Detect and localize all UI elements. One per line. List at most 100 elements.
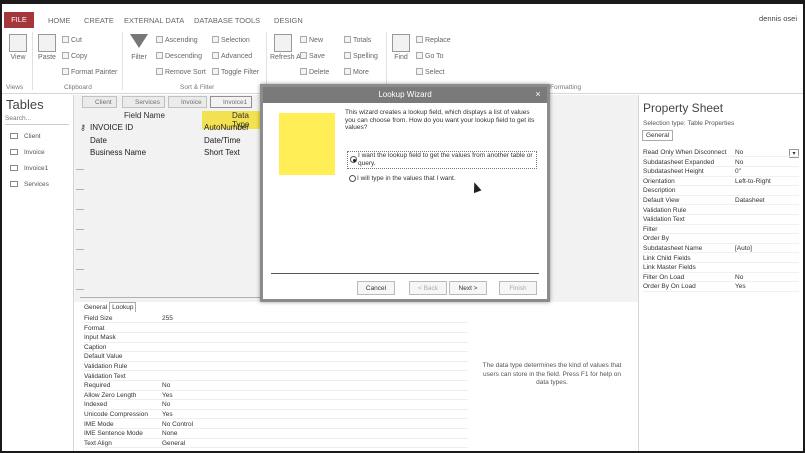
radio-empty-icon[interactable] [349,175,356,182]
property-sheet-row[interactable]: Description [643,186,799,196]
property-sheet-row[interactable]: Subdatasheet Height 0" [643,167,799,177]
filter-button[interactable]: Filter [126,34,152,61]
property-value[interactable]: 0" [735,167,741,176]
go-to-icon [416,52,423,59]
field-property-row[interactable]: Validation Rule [84,362,468,372]
field-property-row[interactable]: Format [84,324,468,333]
property-value[interactable]: No [735,158,743,167]
nav-item-client[interactable]: Client [10,133,41,140]
cancel-button[interactable]: Cancel [357,281,395,295]
field-property-value[interactable]: Yes [162,391,173,400]
field-property-row[interactable]: Required No [84,381,468,391]
field-property-row[interactable]: Allow Zero Length Yes [84,391,468,401]
remove-sort-button[interactable]: Remove Sort [156,68,206,76]
property-sheet-title: Property Sheet [643,101,724,115]
selection-button[interactable]: Selection [212,36,250,44]
field-property-row[interactable]: Default Value [84,352,468,362]
field-property-value[interactable]: 255 [162,314,173,323]
field-property-row[interactable]: Unicode Compression Yes [84,410,468,420]
find-button[interactable]: Find [390,34,412,61]
property-sheet-row[interactable]: Read Only When Disconnect No [643,148,799,158]
property-value[interactable]: Yes [735,282,746,291]
property-sheet-row[interactable]: Order By [643,234,799,244]
save-record-button[interactable]: Save [300,52,325,60]
field-property-value[interactable]: No [162,381,170,390]
property-sheet-tab-general[interactable]: General [642,130,674,141]
property-sheet-row[interactable]: Default View Datasheet [643,196,799,206]
option-from-table[interactable]: I want the lookup field to get the value… [347,151,537,169]
property-sheet-row[interactable]: Filter On Load No [643,273,799,283]
ascending-button[interactable]: Ascending [156,36,198,44]
property-value[interactable]: [Auto] [735,244,752,253]
property-sheet-row[interactable]: Validation Rule [643,206,799,215]
property-value[interactable]: Datasheet [735,196,765,205]
descending-button[interactable]: Descending [156,52,202,60]
back-button[interactable]: < Back [409,281,447,295]
property-sheet-row[interactable]: Validation Text [643,215,799,225]
property-value[interactable]: No [735,148,743,157]
select-button[interactable]: Select [416,68,444,76]
user-name[interactable]: dennis osei [759,14,797,23]
wizard-illustration [279,113,335,175]
property-name: Orientation [643,177,675,185]
property-value[interactable]: Left-to-Right [735,177,771,186]
property-sheet-row[interactable]: Orientation Left-to-Right [643,177,799,187]
tab-external-data[interactable]: EXTERNAL DATA [124,14,184,27]
tab-file[interactable]: FILE [4,12,34,28]
toggle-filter-button[interactable]: Toggle Filter [212,68,259,76]
replace-icon [416,36,423,43]
tab-lookup[interactable]: Lookup [109,302,137,312]
replace-button[interactable]: Replace [416,36,451,44]
field-property-row[interactable]: IME Sentence Mode None [84,429,468,439]
nav-item-invoice[interactable]: Invoice [10,149,45,156]
next-button[interactable]: Next > [449,281,487,295]
field-property-value[interactable]: General [162,439,185,448]
property-name: Link Child Fields [643,254,691,262]
paste-button[interactable]: Paste [36,34,58,61]
tab-home[interactable]: HOME [48,14,71,27]
nav-item-invoice1[interactable]: Invoice1 [10,165,48,172]
property-sheet-row[interactable]: Link Master Fields [643,263,799,273]
cut-button[interactable]: Cut [62,36,82,44]
nav-item-services[interactable]: Services [10,181,49,188]
advanced-button[interactable]: Advanced [212,52,252,60]
property-sheet-row[interactable]: Subdatasheet Name [Auto] [643,244,799,254]
property-sheet-row[interactable]: Filter [643,225,799,235]
property-value[interactable]: No [735,273,743,282]
nav-pane-title[interactable]: Tables [6,97,44,112]
tab-database-tools[interactable]: DATABASE TOOLS [194,14,260,27]
field-property-row[interactable]: IME Mode No Control [84,420,468,429]
tab-general[interactable]: General [82,303,109,313]
field-property-row[interactable]: Validation Text [84,372,468,381]
totals-button[interactable]: Totals [344,36,371,44]
delete-record-button[interactable]: Delete [300,68,329,76]
close-icon[interactable]: × [532,88,544,101]
field-property-value[interactable]: No [162,400,170,409]
field-property-row[interactable]: Caption [84,343,468,353]
funnel-icon [130,34,148,48]
nav-search-input[interactable]: Search... [5,115,69,125]
tab-design[interactable]: DESIGN [274,14,303,27]
finish-button[interactable]: Finish [499,281,537,295]
field-property-row[interactable]: Indexed No [84,400,468,410]
refresh-all-button[interactable]: Refresh All [270,34,304,61]
format-painter-button[interactable]: Format Painter [62,68,117,76]
tab-create[interactable]: CREATE [84,14,114,27]
property-sheet-row[interactable]: Link Child Fields [643,254,799,263]
go-to-button[interactable]: Go To [416,52,444,60]
field-property-row[interactable]: Text Align General [84,439,468,449]
property-sheet-row[interactable]: Order By On Load Yes [643,282,799,292]
field-property-value[interactable]: No Control [162,420,193,429]
field-property-value[interactable]: Yes [162,410,173,419]
field-property-value[interactable]: None [162,429,178,438]
field-property-row[interactable]: Field Size 255 [84,314,468,324]
copy-button[interactable]: Copy [62,52,87,60]
spelling-button[interactable]: Spelling [344,52,378,60]
more-button[interactable]: More [344,68,369,76]
new-record-button[interactable]: New [300,36,323,44]
view-button[interactable]: View [6,34,30,61]
option-type-values[interactable]: I will type in the values that I want. [347,175,456,183]
property-sheet-row[interactable]: Subdatasheet Expanded No [643,158,799,167]
radio-selected-icon[interactable] [350,156,357,163]
field-property-row[interactable]: Input Mask [84,333,468,343]
